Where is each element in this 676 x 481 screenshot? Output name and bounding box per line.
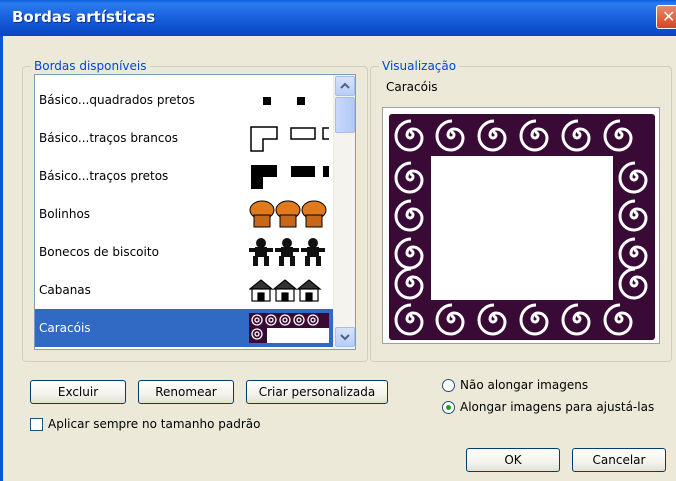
radio-selected-dot: [446, 405, 451, 410]
border-preview: [382, 107, 660, 344]
snail-swirl-icon: [394, 119, 424, 152]
close-button[interactable]: ✕: [656, 5, 676, 29]
dialog-window: Bordas artísticas ✕ Bordas disponíveis B…: [0, 0, 676, 481]
list-item[interactable]: Bonecos de biscoito: [35, 233, 335, 271]
list-scrollbar[interactable]: [333, 75, 355, 349]
snail-swirl-icon: [435, 119, 465, 152]
chevron-down-icon: [340, 334, 350, 341]
snail-swirl-icon: [519, 119, 549, 152]
list-item[interactable]: Cabanas: [35, 271, 335, 309]
title-bar[interactable]: Bordas artísticas ✕: [0, 0, 676, 36]
snails-preview: [249, 313, 329, 343]
scroll-thumb[interactable]: [335, 97, 355, 133]
always-default-checkbox[interactable]: [30, 418, 43, 431]
cabins-preview: [249, 275, 329, 305]
snail-swirl-icon: [394, 161, 424, 194]
gingerbread-preview: [249, 237, 329, 267]
snail-swirl-icon: [394, 267, 424, 300]
list-item-selected[interactable]: Caracóis: [35, 309, 335, 347]
snail-swirl-icon: [394, 199, 424, 232]
list-item-label: Bonecos de biscoito: [39, 245, 159, 259]
black-strokes-preview: [249, 161, 329, 191]
snail-swirl-icon: [477, 303, 507, 336]
preview-border-name: Caracóis: [386, 80, 438, 94]
borders-listbox[interactable]: Básico...quadrados pretos Básico...traço…: [34, 74, 356, 350]
snail-swirl-icon: [435, 303, 465, 336]
list-item[interactable]: Básico...quadrados pretos: [35, 81, 335, 119]
list-item[interactable]: Bolinhos: [35, 195, 335, 233]
cancel-button[interactable]: Cancelar: [572, 448, 666, 472]
snail-swirl-icon: [618, 267, 648, 300]
no-stretch-radio[interactable]: [442, 379, 455, 392]
snail-swirl-icon: [618, 199, 648, 232]
window-left-edge: [0, 36, 3, 481]
snail-swirl-icon: [603, 119, 633, 152]
snail-swirl-icon: [394, 303, 424, 336]
snails-border-frame: [389, 114, 655, 340]
close-icon: ✕: [662, 7, 676, 26]
snail-swirl-icon: [603, 303, 633, 336]
rename-button[interactable]: Renomear: [138, 380, 234, 404]
snail-swirl-icon: [477, 119, 507, 152]
ok-button[interactable]: OK: [466, 448, 560, 472]
preview-group-label: Visualização: [379, 59, 460, 73]
delete-button[interactable]: Excluir: [30, 380, 126, 404]
list-item-label: Básico...quadrados pretos: [39, 93, 195, 107]
scroll-up-button[interactable]: [335, 76, 355, 96]
muffins-preview: [249, 199, 329, 229]
list-item[interactable]: Básico...traços pretos: [35, 157, 335, 195]
scroll-down-button[interactable]: [335, 327, 355, 347]
no-stretch-label: Não alongar imagens: [460, 378, 589, 392]
available-borders-label: Bordas disponíveis: [31, 59, 150, 73]
snail-swirl-icon: [394, 237, 424, 270]
preview-page-area: [431, 156, 613, 300]
white-strokes-preview: [249, 123, 329, 153]
snail-swirl-icon: [618, 161, 648, 194]
list-item[interactable]: Básico...traços brancos: [35, 119, 335, 157]
list-item-label: Básico...traços brancos: [39, 131, 179, 145]
stretch-label: Alongar imagens para ajustá-las: [460, 400, 655, 414]
snail-swirl-icon: [561, 303, 591, 336]
list-item-label: Bolinhos: [39, 207, 91, 221]
list-item-label: Básico...traços pretos: [39, 169, 169, 183]
stretch-radio[interactable]: [442, 401, 455, 414]
always-default-label: Aplicar sempre no tamanho padrão: [48, 417, 261, 431]
snail-swirl-icon: [618, 237, 648, 270]
create-custom-button[interactable]: Criar personalizada: [246, 380, 388, 404]
chevron-up-icon: [340, 82, 350, 89]
list-item-label: Caracóis: [39, 321, 91, 335]
snail-swirl-icon: [561, 119, 591, 152]
dialog-title: Bordas artísticas: [12, 8, 156, 26]
black-squares-preview: [249, 85, 329, 115]
snail-swirl-icon: [519, 303, 549, 336]
list-item-label: Cabanas: [39, 283, 91, 297]
